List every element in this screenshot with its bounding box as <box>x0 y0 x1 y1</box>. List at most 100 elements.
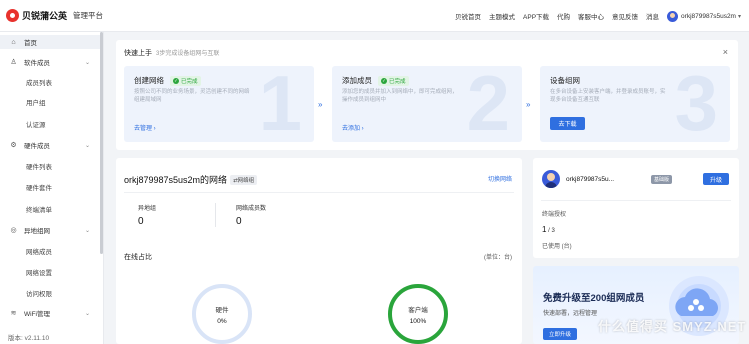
sidebar-item-auth-source[interactable]: 认证源 <box>0 117 100 131</box>
manage-link[interactable]: 去管理 › <box>134 123 156 132</box>
brand-name: 贝锐蒲公英 <box>22 11 68 21</box>
status-badge: ✓ 已完成 <box>378 75 409 86</box>
upgrade-button[interactable]: 升级 <box>703 173 729 185</box>
sidebar-item-remote-network[interactable]: ◎ 异地组网 ⌄ <box>0 223 100 237</box>
sidebar-item-label: 硬件成员 <box>24 143 50 150</box>
sidebar-item-terminal-list[interactable]: 终端清单 <box>0 202 100 216</box>
user-name[interactable]: orkj879987s5us2m <box>681 13 736 20</box>
step-description: 按照公司不同的业务场景，灵活创建不同的网络组建局域网 <box>134 89 250 103</box>
sidebar-item-software-members[interactable]: ♙ 软件成员 ⌄ <box>0 55 100 69</box>
download-button[interactable]: 去下载 <box>550 117 585 130</box>
network-tag: ⇄网络组 <box>230 174 258 185</box>
nav-service[interactable]: 客服中心 <box>578 11 604 21</box>
nav-messages[interactable]: 消息 <box>646 11 659 21</box>
sidebar-item-label: 成员列表 <box>26 80 52 87</box>
sidebar-item-access-permissions[interactable]: 访问权限 <box>0 286 100 300</box>
status-badge-text: 已完成 <box>389 78 406 85</box>
step-arrow-icon: » <box>526 100 531 109</box>
step-arrow-icon: » <box>318 100 323 109</box>
check-icon: ✓ <box>381 77 387 84</box>
chevron-down-icon: ⌄ <box>84 227 90 234</box>
step-add-members: 2 添加成员 ✓ 已完成 添加您的成员并加入到网络中，即可完成组网，操作成员到组网… <box>332 66 522 142</box>
close-icon[interactable]: × <box>723 47 728 57</box>
step-title-text: 创建网络 <box>134 76 164 85</box>
status-badge: ✓ 已完成 <box>170 75 201 86</box>
sidebar-item-label: 异地组网 <box>24 228 50 235</box>
stat-label: 异地组 <box>138 206 157 212</box>
user-icon: ♙ <box>10 59 17 66</box>
used-label: 已使用 (台) <box>542 244 572 250</box>
step-description: 在多台设备上安装客户端，并登录成员账号，实现多台设备互通互联 <box>550 89 666 103</box>
step-number: 2 <box>466 66 510 142</box>
hardware-ring: 硬件 0% <box>192 284 252 344</box>
network-tag-text: 网络组 <box>237 177 255 184</box>
online-ratio-label: 在线占比 <box>124 254 152 261</box>
nav-app-download[interactable]: APP下载 <box>523 11 549 21</box>
watermark: 什么值得买 SMYZ.NET <box>598 319 747 334</box>
step-device-network: 3 设备组网 在多台设备上安装客户端，并登录成员账号，实现多台设备互通互联 去下… <box>540 66 730 142</box>
user-avatar[interactable] <box>667 10 679 22</box>
sidebar-scrollbar[interactable] <box>100 32 103 254</box>
check-icon: ✓ <box>173 77 179 84</box>
quick-start-card: 快速上手 3步完成设备组网与互联 × 1 创建网络 ✓ 已完成 按照公司不同的业务场… <box>116 40 738 150</box>
plan-badge: 基础版 <box>651 175 673 184</box>
sidebar-item-network-settings[interactable]: 网络设置 <box>0 265 100 279</box>
top-nav: 贝锐首页 主题模式 APP下载 代购 客服中心 意见反馈 消息 orkj8799… <box>447 0 741 32</box>
step-title: 设备组网 <box>550 75 580 86</box>
add-link[interactable]: 去添加 › <box>342 123 364 132</box>
sidebar-item-label: 用户组 <box>26 100 46 107</box>
brand-subtitle: 管理平台 <box>73 11 104 20</box>
divider <box>124 192 514 193</box>
quota-label: 终端授权 <box>542 212 567 218</box>
sidebar-item-member-list[interactable]: 成员列表 <box>0 75 100 89</box>
sidebar-item-wifi[interactable]: ≋ WiFi管理 ⌄ <box>0 306 100 320</box>
sidebar-item-label: WiFi管理 <box>24 311 50 318</box>
brand-logo-icon <box>6 9 19 22</box>
nav-feedback[interactable]: 意见反馈 <box>612 11 638 21</box>
sidebar-item-hardware-kit[interactable]: 硬件套件 <box>0 180 100 194</box>
top-bar: 贝锐蒲公英 管理平台 贝锐首页 主题模式 APP下载 代购 客服中心 意见反馈 … <box>0 0 749 32</box>
sidebar-item-home[interactable]: ⌂ 首页 <box>0 35 100 49</box>
sidebar: ⌂ 首页 ♙ 软件成员 ⌄ 成员列表 用户组 认证源 ⚙ 硬件成员 ⌄ 硬件列表… <box>0 32 104 344</box>
stat-value: 0 <box>236 216 242 227</box>
sidebar-item-hardware-list[interactable]: 硬件列表 <box>0 159 100 173</box>
quick-start-title-text: 快速上手 <box>124 50 152 57</box>
network-card: orkj879987s5us2m的网络 ⇄网络组 切换网络 异地组 0 网络成员… <box>116 158 522 344</box>
sidebar-item-label: 终端清单 <box>26 207 52 214</box>
sidebar-item-user-groups[interactable]: 用户组 <box>0 95 100 109</box>
brand[interactable]: 贝锐蒲公英 管理平台 <box>6 9 103 22</box>
divider <box>215 203 216 227</box>
sidebar-item-label: 网络设置 <box>26 270 52 277</box>
sidebar-item-label: 软件成员 <box>24 60 50 67</box>
sidebar-item-label: 硬件套件 <box>26 185 52 192</box>
sidebar-item-hardware-members[interactable]: ⚙ 硬件成员 ⌄ <box>0 138 100 152</box>
switch-network-link[interactable]: 切换网络 <box>488 174 512 183</box>
promo-title: 免费升级至200组网成员 <box>543 293 645 304</box>
network-title: orkj879987s5us2m的网络 ⇄网络组 <box>124 173 258 186</box>
stat-value: 0 <box>138 216 144 227</box>
nav-theme[interactable]: 主题模式 <box>489 11 515 21</box>
divider <box>541 200 731 201</box>
step-number: 1 <box>258 66 302 142</box>
avatar <box>542 170 560 188</box>
ring-value: 100% <box>409 317 427 325</box>
promo-description: 快速部署，远程管理 <box>543 311 598 317</box>
sidebar-item-label: 认证源 <box>26 122 46 129</box>
chevron-down-icon[interactable]: ▾ <box>738 13 741 20</box>
nav-home[interactable]: 贝锐首页 <box>455 11 481 21</box>
account-card: orkj879987s5u... 基础版 升级 终端授权 1 / 3 已使用 (… <box>533 158 739 258</box>
wifi-icon: ≋ <box>10 310 17 317</box>
chevron-down-icon: ⌄ <box>84 59 90 66</box>
sidebar-item-network-members[interactable]: 网络成员 <box>0 244 100 258</box>
step-title-text: 设备组网 <box>550 76 580 85</box>
hardware-icon: ⚙ <box>10 142 17 149</box>
step-create-network: 1 创建网络 ✓ 已完成 按照公司不同的业务场景，灵活创建不同的网络组建局域网 去… <box>124 66 314 142</box>
quota-value: 1 / 3 <box>542 225 555 234</box>
step-title: 创建网络 ✓ 已完成 <box>134 75 201 86</box>
quick-start-subtitle: 3步完成设备组网与互联 <box>156 51 220 57</box>
nav-purchase[interactable]: 代购 <box>557 11 570 21</box>
sidebar-item-label: 首页 <box>24 40 37 47</box>
upgrade-now-button[interactable]: 立即升级 <box>543 328 577 340</box>
step-description: 添加您的成员并加入到网络中，即可完成组网，操作成员到组网中 <box>342 89 458 103</box>
chevron-down-icon: ⌄ <box>84 142 90 149</box>
